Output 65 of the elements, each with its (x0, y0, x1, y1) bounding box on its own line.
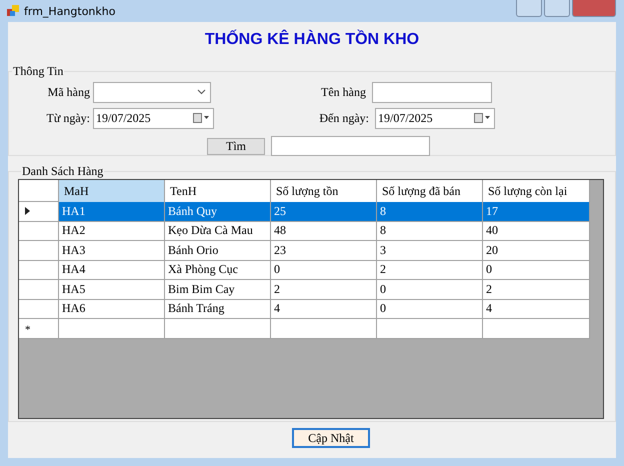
table-cell: 0 (271, 260, 377, 280)
table-cell: 40 (483, 222, 590, 241)
table-cell: 0 (377, 300, 483, 319)
update-button[interactable]: Cập Nhật (292, 428, 370, 448)
form-heading: THỐNG KÊ HÀNG TỒN KHO (204, 31, 420, 49)
calendar-icon (193, 113, 210, 123)
table-row[interactable]: HA2 Kẹo Dừa Cà Mau 48 8 40 (19, 222, 603, 241)
column-header[interactable]: Số lượng còn lại (483, 180, 590, 202)
table-cell: Bánh Tráng (165, 300, 271, 319)
column-header[interactable]: Số lượng đã bán (377, 180, 483, 202)
column-header[interactable]: TenH (165, 180, 271, 202)
table-cell: 48 (271, 222, 377, 241)
app-icon (6, 4, 20, 18)
current-row-icon (25, 207, 30, 216)
date-picker[interactable]: 19/07/2025 (93, 108, 214, 128)
table-cell: HA5 (59, 280, 165, 300)
table-cell: 4 (271, 300, 377, 319)
table-cell: 8 (377, 222, 483, 241)
calendar-icon (474, 113, 491, 123)
table-cell: 0 (483, 260, 590, 280)
window-title: frm_Hangtonkho (24, 4, 116, 18)
table-cell: HA4 (59, 260, 165, 280)
search-button[interactable]: Tìm (207, 138, 265, 154)
table-cell: 2 (483, 280, 590, 300)
field-label: Mã hàng (46, 84, 90, 100)
table-cell: Kẹo Dừa Cà Mau (165, 222, 271, 241)
table-cell: 4 (483, 300, 590, 319)
table-cell: HA3 (59, 241, 165, 260)
column-header[interactable]: MaH (59, 180, 165, 202)
chevron-icon (197, 89, 206, 95)
table-row[interactable]: HA4 Xà Phòng Cục 0 2 0 (19, 260, 603, 280)
table-row[interactable]: HA1 Bánh Quy 25 8 17 (19, 202, 603, 222)
table-cell: 17 (483, 202, 590, 222)
table-cell: HA1 (59, 202, 165, 222)
table-cell: 8 (377, 202, 483, 222)
table-cell: Bánh Orio (165, 241, 271, 260)
table-cell: HA2 (59, 222, 165, 241)
table-row[interactable]: HA5 Bim Bim Cay 2 0 2 (19, 280, 603, 300)
product-code-dropdown[interactable] (93, 82, 211, 102)
table-cell: 25 (271, 202, 377, 222)
table-cell: 20 (483, 241, 590, 260)
table-cell: Bim Bim Cay (165, 280, 271, 300)
table-row[interactable]: HA3 Bánh Orio 23 3 20 (19, 241, 603, 260)
minimize-button[interactable] (516, 0, 542, 17)
maximize-button[interactable] (544, 0, 570, 17)
date-picker[interactable]: 19/07/2025 (375, 108, 495, 128)
new-row-marker: * (25, 324, 30, 336)
close-button[interactable] (572, 0, 616, 17)
table-cell: Xà Phòng Cục (165, 260, 271, 280)
field-label: Đến ngày: (318, 110, 369, 126)
table-cell: Bánh Quy (165, 202, 271, 222)
field-label: Tên hàng (320, 84, 366, 100)
search-field[interactable] (271, 136, 430, 156)
table-cell: HA6 (59, 300, 165, 319)
column-header[interactable]: Số lượng tồn (271, 180, 377, 202)
table-cell: 2 (271, 280, 377, 300)
table-cell: 3 (377, 241, 483, 260)
table-row[interactable]: HA6 Bánh Tráng 4 0 4 (19, 300, 603, 319)
table-cell: 2 (377, 260, 483, 280)
group-title: Danh Sách Hàng (21, 164, 104, 179)
table-cell: 23 (271, 241, 377, 260)
field-label: Từ ngày: (46, 110, 90, 126)
group-title: Thông Tin (12, 64, 64, 79)
product-name-field[interactable] (372, 82, 492, 102)
table-cell: 0 (377, 280, 483, 300)
